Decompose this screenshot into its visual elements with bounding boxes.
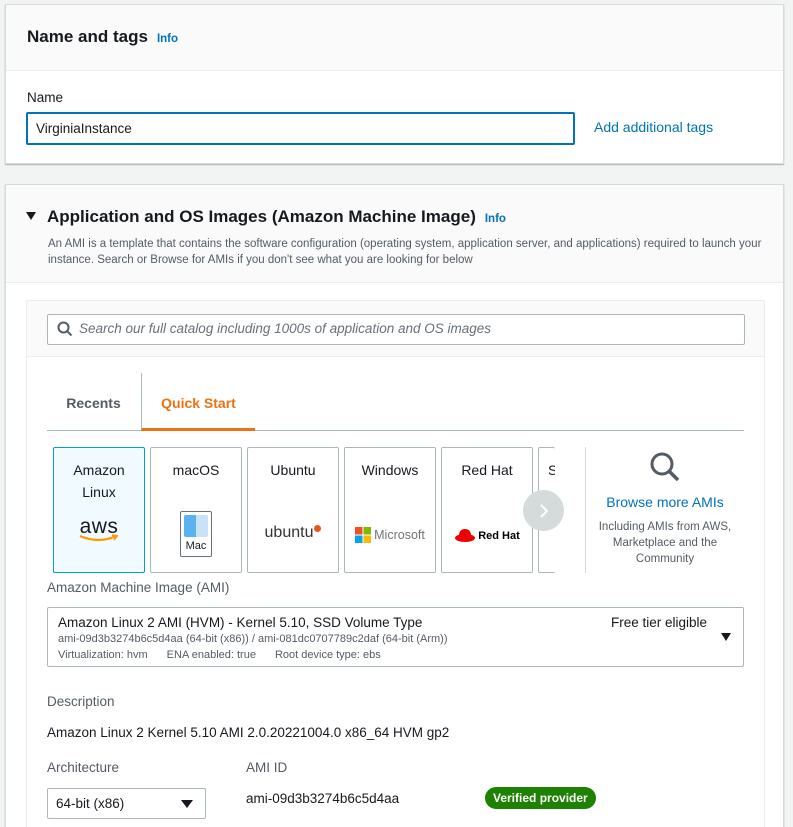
search-icon	[57, 321, 73, 337]
verified-provider-badge: Verified provider	[485, 787, 596, 809]
caret-down-icon	[181, 800, 193, 808]
ami-panel-header: Application and OS Images (Amazon Machin…	[6, 185, 783, 283]
os-tile-ubuntu[interactable]: Ubuntu ubuntu	[247, 447, 339, 573]
ami-name: Amazon Linux 2 AMI (HVM) - Kernel 5.10, …	[58, 615, 423, 630]
description-value: Amazon Linux 2 Kernel 5.10 AMI 2.0.20221…	[47, 725, 450, 740]
tab-recents[interactable]: Recents	[47, 373, 140, 430]
caret-down-icon	[721, 633, 731, 641]
add-additional-tags-link[interactable]: Add additional tags	[594, 119, 713, 135]
architecture-value: 64-bit (x86)	[56, 796, 125, 811]
os-tile-macos[interactable]: macOS Mac	[150, 447, 242, 573]
name-and-tags-header: Name and tags Info	[6, 5, 783, 71]
ami-info-link[interactable]: Info	[485, 213, 506, 225]
browse-more-amis-area: Browse more AMIs Including AMIs from AWS…	[587, 451, 743, 567]
name-input[interactable]	[26, 112, 575, 145]
browse-more-amis-subtitle: Including AMIs from AWS, Marketplace and…	[598, 521, 732, 565]
free-tier-badge: Free tier eligible	[610, 615, 707, 630]
os-tile-windows[interactable]: Windows Microsoft	[344, 447, 436, 573]
tile-label: Red Hat	[461, 462, 513, 478]
tile-label: Linux	[82, 484, 116, 500]
os-tile-red-hat[interactable]: Red Hat Red Hat	[441, 447, 533, 573]
name-and-tags-panel: Name and tags Info Name Add additional ta…	[5, 4, 784, 164]
tab-quick-start[interactable]: Quick Start	[141, 373, 255, 431]
ami-meta: Virtualization: hvm ENA enabled: true Root…	[58, 649, 400, 661]
ami-label: Amazon Machine Image (AMI)	[47, 580, 230, 595]
mac-logo-icon: Mac	[151, 511, 241, 557]
architecture-label: Architecture	[47, 760, 120, 775]
os-tile-amazon-linux[interactable]: Amazon Linux aws	[53, 447, 145, 573]
tile-label: macOS	[172, 462, 220, 478]
tile-label: Amazon	[73, 462, 125, 478]
ubuntu-logo-icon: ubuntu	[248, 522, 338, 544]
scroll-right-button[interactable]	[523, 490, 564, 531]
ami-tabs: Recents Quick Start	[47, 373, 744, 431]
description-label: Description	[47, 694, 115, 709]
redhat-logo-icon: Red Hat	[442, 525, 532, 547]
architecture-select[interactable]: 64-bit (x86)	[47, 788, 206, 819]
ami-panel: Application and OS Images (Amazon Machin…	[5, 184, 784, 827]
name-label: Name	[27, 90, 64, 105]
ami-panel-description: An AMI is a template that contains the s…	[48, 238, 762, 266]
collapse-caret-icon[interactable]	[26, 212, 36, 220]
microsoft-logo-icon: Microsoft	[345, 524, 435, 546]
chevron-right-icon	[539, 503, 548, 518]
tile-label: Ubuntu	[270, 462, 316, 478]
search-icon	[650, 452, 680, 482]
tile-label: Windows	[361, 462, 419, 478]
ami-id-value: ami-09d3b3274b6c5d4aa	[246, 791, 400, 806]
ami-panel-title: Application and OS Images (Amazon Machin…	[47, 207, 476, 226]
ami-search-input[interactable]	[79, 321, 729, 336]
ami-virtualization: Virtualization: hvm	[58, 649, 148, 661]
divider	[585, 447, 586, 573]
aws-logo-icon: aws	[79, 515, 119, 542]
ami-ids: ami-09d3b3274b6c5d4aa (64-bit (x86)) / a…	[58, 633, 448, 645]
browse-more-amis-link[interactable]: Browse more AMIs	[587, 494, 743, 510]
ami-selector-container: Recents Quick Start Amazon Linux aws mac…	[26, 300, 765, 827]
ami-search-box[interactable]	[47, 314, 745, 345]
name-tags-info-link[interactable]: Info	[157, 33, 178, 45]
ami-id-label: AMI ID	[246, 760, 288, 775]
ami-root-device: Root device type: ebs	[274, 649, 381, 661]
name-and-tags-title: Name and tags	[27, 27, 148, 46]
ami-ena: ENA enabled: true	[166, 649, 256, 661]
tile-label: S	[548, 459, 555, 481]
ami-select[interactable]: Amazon Linux 2 AMI (HVM) - Kernel 5.10, …	[47, 607, 744, 667]
